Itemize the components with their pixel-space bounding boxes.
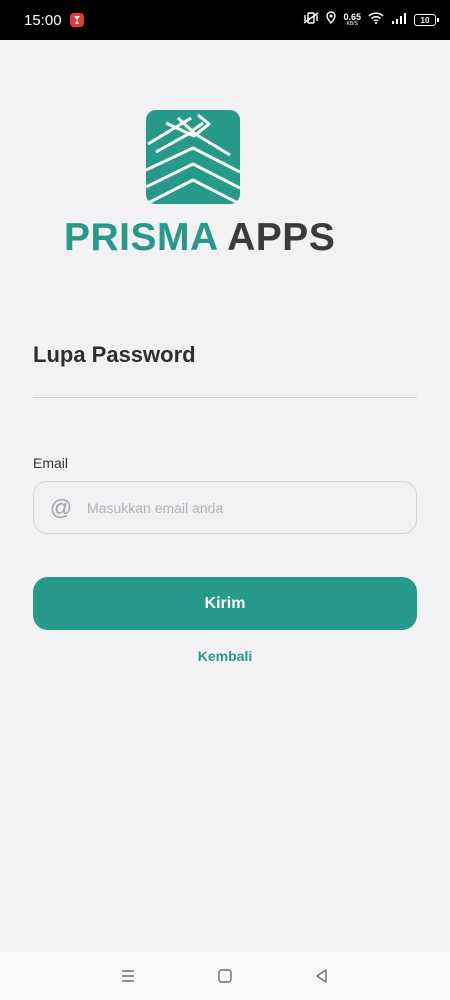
brand-name: PRISMA APPS bbox=[64, 216, 364, 260]
brand-word-prisma: PRISMA bbox=[64, 216, 218, 259]
email-input[interactable] bbox=[87, 499, 387, 516]
brand-word-apps: APPS bbox=[227, 216, 336, 259]
status-time: 15:00 bbox=[24, 11, 62, 29]
wifi-icon bbox=[368, 11, 384, 29]
network-speed-unit: KB/S bbox=[346, 21, 358, 27]
page-title: Lupa Password bbox=[33, 342, 196, 367]
menu-icon[interactable] bbox=[108, 956, 148, 996]
email-field[interactable]: @ bbox=[33, 481, 417, 534]
status-right: 0.65 KB/S 10 bbox=[303, 11, 439, 29]
status-bar: 15:00 0.65 KB/S 10 bbox=[0, 0, 450, 40]
status-left: 15:00 bbox=[24, 12, 84, 29]
prisma-logo-icon bbox=[146, 110, 240, 204]
battery-icon: 10 bbox=[414, 14, 439, 26]
submit-button[interactable]: Kirim bbox=[33, 577, 417, 630]
network-speed: 0.65 KB/S bbox=[343, 13, 361, 27]
location-icon bbox=[326, 11, 337, 29]
system-nav-bar bbox=[0, 952, 450, 1000]
back-icon[interactable] bbox=[302, 956, 342, 996]
email-label: Email bbox=[33, 455, 69, 471]
vibrate-icon bbox=[303, 11, 319, 29]
home-icon[interactable] bbox=[205, 956, 245, 996]
back-link[interactable]: Kembali bbox=[0, 648, 450, 664]
at-sign-icon: @ bbox=[49, 494, 73, 520]
signal-icon bbox=[391, 11, 407, 29]
divider bbox=[33, 397, 417, 398]
battery-level: 10 bbox=[420, 15, 430, 25]
notification-app-icon bbox=[69, 13, 84, 27]
